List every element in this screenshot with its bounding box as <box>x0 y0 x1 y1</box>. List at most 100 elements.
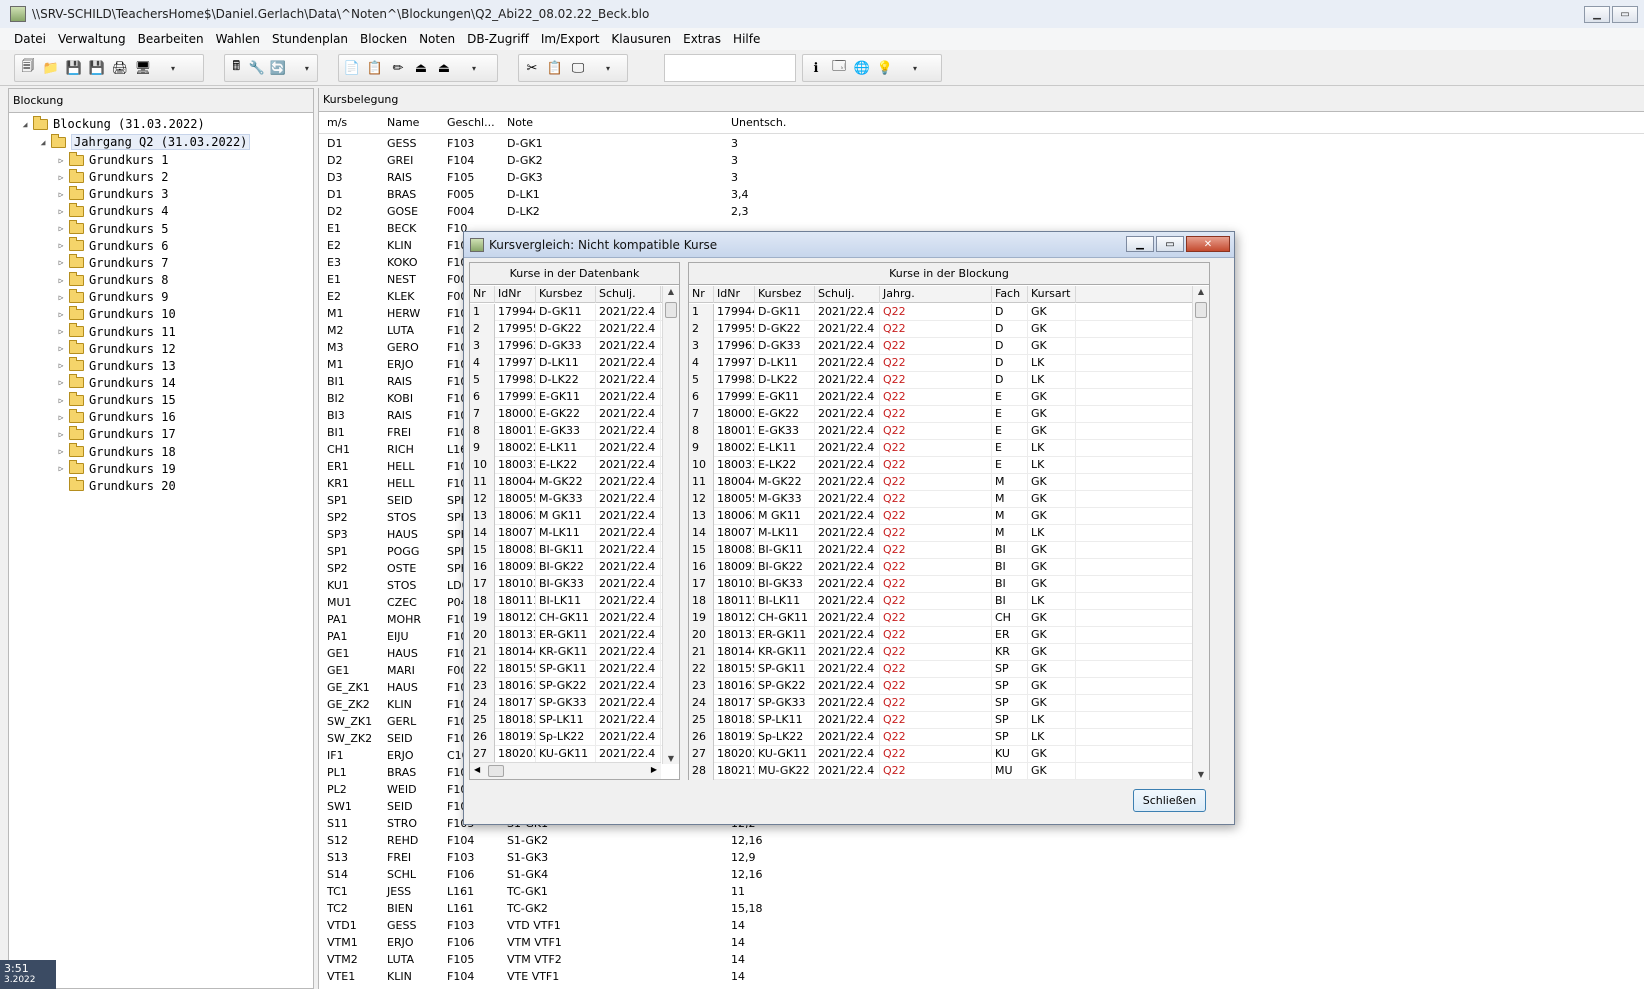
expanded-arrow-icon[interactable]: ◢ <box>19 120 31 129</box>
table-row[interactable]: D1 GESS F103 D-GK1 3 <box>319 135 1644 152</box>
collapsed-arrow-icon[interactable]: ▷ <box>55 413 67 422</box>
grid-row[interactable]: 24 180177 SP-GK33 2021/22.4 Q22 SP GK <box>689 695 1192 712</box>
collapsed-arrow-icon[interactable]: ▷ <box>55 361 67 370</box>
tree-node-grundkurs[interactable]: ▷ Grundkurs 8 <box>55 271 168 289</box>
grid-row[interactable]: 26 180193 Sp-LK22 2021/22.4 Q22 SP LK <box>689 729 1192 746</box>
table-row[interactable]: D2 GREI F104 D-GK2 3 <box>319 152 1644 169</box>
tree-node-grundkurs[interactable]: ▷ Grundkurs 7 <box>55 254 168 272</box>
tree-node-grundkurs[interactable]: ▷ Grundkurs 3 <box>55 185 168 203</box>
table-row[interactable]: VTD1 GESS F103 VTD VTF1 14 <box>319 917 1644 934</box>
scrollbar-thumb[interactable] <box>488 765 504 777</box>
tree-node-root[interactable]: ◢ Blockung (31.03.2022) <box>19 115 205 133</box>
grid-row[interactable]: 27 180203 KU-GK11 2021/22.4 Q22 KU GK <box>689 746 1192 763</box>
tree-node-grundkurs[interactable]: ▷ Grundkurs 1 <box>55 151 168 169</box>
grid-row[interactable]: 4 179977 D-LK11 2021/22.4 <box>470 355 662 372</box>
table-row[interactable]: D1 BRAS F005 D-LK1 3,4 <box>319 186 1644 203</box>
grid-row[interactable]: 16 180093 BI-GK22 2021/22.4 Q22 BI GK <box>689 559 1192 576</box>
grid-row[interactable]: 18 180111 BI-LK11 2021/22.4 <box>470 593 662 610</box>
collapsed-arrow-icon[interactable]: ▷ <box>55 378 67 387</box>
menu-item-stundenplan[interactable]: Stundenplan <box>266 32 354 46</box>
tree-node-grundkurs[interactable]: ▷ Grundkurs 18 <box>55 443 176 461</box>
table-row[interactable]: D3 RAIS F105 D-GK3 3 <box>319 169 1644 186</box>
grid-row[interactable]: 2 179955 D-GK22 2021/22.4 <box>470 321 662 338</box>
scroll-up-arrow-icon[interactable]: ▲ <box>1193 287 1209 296</box>
clipboard-icon[interactable]: 📋 <box>546 59 564 77</box>
collapsed-arrow-icon[interactable]: ▷ <box>55 258 67 267</box>
grid-column-header[interactable]: Kursbez <box>755 286 815 303</box>
dropdown-arrow-icon[interactable]: ▾ <box>305 64 313 73</box>
grid-row[interactable]: 25 180183 SP-LK11 2021/22.4 <box>470 712 662 729</box>
scrollbar-thumb[interactable] <box>1195 302 1207 318</box>
scrollbar-thumb[interactable] <box>665 302 677 318</box>
grid-row[interactable]: 14 180077 M-LK11 2021/22.4 Q22 M LK <box>689 525 1192 542</box>
collapsed-arrow-icon[interactable]: ▷ <box>55 207 67 216</box>
collapsed-arrow-icon[interactable]: ▷ <box>55 396 67 405</box>
save-icon[interactable]: 💾 <box>65 59 83 77</box>
blockung-vertical-scrollbar[interactable]: ▲ ▼ <box>1192 286 1209 780</box>
menu-item-klausuren[interactable]: Klausuren <box>605 32 677 46</box>
globe-icon[interactable]: 🌐 <box>853 59 871 77</box>
grid-row[interactable]: 16 180093 BI-GK22 2021/22.4 <box>470 559 662 576</box>
grid-row[interactable]: 10 180033 E-LK22 2021/22.4 <box>470 457 662 474</box>
grid-row[interactable]: 27 180203 KU-GK11 2021/22.4 <box>470 746 662 762</box>
menu-item-blocken[interactable]: Blocken <box>354 32 413 46</box>
tree-node-grundkurs[interactable]: ▷ Grundkurs 9 <box>55 288 168 306</box>
grid-row[interactable]: 5 179983 D-LK22 2021/22.4 Q22 D LK <box>689 372 1192 389</box>
menu-item-hilfe[interactable]: Hilfe <box>727 32 766 46</box>
table-row[interactable]: S13 FREI F103 S1-GK3 12,9 <box>319 849 1644 866</box>
grid-column-header[interactable]: Jahrg. <box>880 286 992 303</box>
grid-row[interactable]: 3 179963 D-GK33 2021/22.4 Q22 D GK <box>689 338 1192 355</box>
scissors-icon[interactable]: ✂ <box>523 59 541 77</box>
tree-node-grundkurs[interactable]: ▷ Grundkurs 15 <box>55 391 176 409</box>
grid-row[interactable]: 15 180083 BI-GK11 2021/22.4 <box>470 542 662 559</box>
column-header[interactable]: Geschl... <box>447 116 495 129</box>
tree-node-grundkurs[interactable]: ▷ Grundkurs 17 <box>55 425 176 443</box>
datenbank-vertical-scrollbar[interactable]: ▲ ▼ <box>662 286 679 764</box>
collapsed-arrow-icon[interactable]: ▷ <box>55 430 67 439</box>
grid-row[interactable]: 17 180103 BI-GK33 2021/22.4 Q22 BI GK <box>689 576 1192 593</box>
tree-node-grundkurs[interactable]: ▷ Grundkurs 5 <box>55 220 168 238</box>
edit-icon[interactable]: ✏ <box>389 59 407 77</box>
grid-row[interactable]: 13 180063 M GK11 2021/22.4 Q22 M GK <box>689 508 1192 525</box>
dialog-close-button[interactable]: ✕ <box>1186 236 1230 252</box>
grid-row[interactable]: 1 179944 D-GK11 2021/22.4 <box>470 304 662 321</box>
add-icon[interactable]: 📁 <box>42 59 60 77</box>
column-header[interactable]: m/s <box>327 116 347 129</box>
tree-node-grundkurs[interactable]: Grundkurs 20 <box>55 477 176 495</box>
refresh-icon[interactable]: 🔄 <box>270 59 286 77</box>
grid-row[interactable]: 14 180077 M-LK11 2021/22.4 <box>470 525 662 542</box>
dropdown-arrow-icon[interactable]: ▾ <box>913 64 923 73</box>
collapsed-arrow-icon[interactable]: ▷ <box>55 224 67 233</box>
menu-item-wahlen[interactable]: Wahlen <box>210 32 266 46</box>
table-row[interactable]: D2 GOSE F004 D-LK2 2,3 <box>319 203 1644 220</box>
grid-row[interactable]: 17 180103 BI-GK33 2021/22.4 <box>470 576 662 593</box>
tree-node-grundkurs[interactable]: ▷ Grundkurs 14 <box>55 374 176 392</box>
grid-column-header[interactable]: Schulj. <box>815 286 880 303</box>
grid-row[interactable]: 2 179955 D-GK22 2021/22.4 Q22 D GK <box>689 321 1192 338</box>
grid-row[interactable]: 15 180083 BI-GK11 2021/22.4 Q22 BI GK <box>689 542 1192 559</box>
dropdown-arrow-icon[interactable]: ▾ <box>171 64 181 73</box>
grid-row[interactable]: 21 180144 KR-GK11 2021/22.4 Q22 KR GK <box>689 644 1192 661</box>
grid-row[interactable]: 12 180055 M-GK33 2021/22.4 <box>470 491 662 508</box>
grid-column-header[interactable]: IdNr <box>495 286 536 303</box>
grid-row[interactable]: 9 180022 E-LK11 2021/22.4 <box>470 440 662 457</box>
grid-row[interactable]: 5 179983 D-LK22 2021/22.4 <box>470 372 662 389</box>
table-row[interactable]: VTE1 KLIN F104 VTE VTF1 14 <box>319 968 1644 985</box>
table-row[interactable]: VTM1 ERJO F106 VTM VTF1 14 <box>319 934 1644 951</box>
grid-row[interactable]: 24 180177 SP-GK33 2021/22.4 <box>470 695 662 712</box>
expanded-arrow-icon[interactable]: ◢ <box>37 138 49 147</box>
grid-column-header[interactable]: Nr <box>470 286 495 303</box>
table-row[interactable]: TC2 BIEN L161 TC-GK2 15,18 <box>319 900 1644 917</box>
grid-row[interactable]: 13 180063 M GK11 2021/22.4 <box>470 508 662 525</box>
table-row[interactable]: S12 REHD F104 S1-GK2 12,16 <box>319 832 1644 849</box>
table-row[interactable]: S14 SCHL F106 S1-GK4 12,16 <box>319 866 1644 883</box>
collapsed-arrow-icon[interactable]: ▷ <box>55 293 67 302</box>
grid-row[interactable]: 6 179993 E-GK11 2021/22.4 <box>470 389 662 406</box>
grid-row[interactable]: 9 180022 E-LK11 2021/22.4 Q22 E LK <box>689 440 1192 457</box>
scroll-down-arrow-icon[interactable]: ▼ <box>663 754 679 763</box>
grid-row[interactable]: 10 180033 E-LK22 2021/22.4 Q22 E LK <box>689 457 1192 474</box>
maximize-button[interactable]: ▭ <box>1612 6 1638 23</box>
grid-row[interactable]: 3 179963 D-GK33 2021/22.4 <box>470 338 662 355</box>
info-icon[interactable]: ℹ <box>807 59 825 77</box>
column-header[interactable]: Unentsch. <box>731 116 786 129</box>
